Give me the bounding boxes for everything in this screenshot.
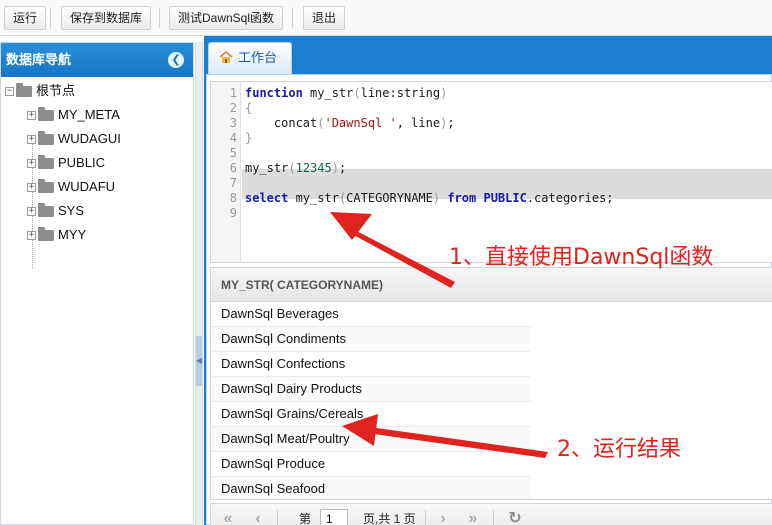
- code-line-2: {: [245, 101, 253, 115]
- double-chevron-right-icon[interactable]: »: [462, 508, 484, 525]
- folder-icon: [38, 155, 54, 170]
- line-number: 9: [229, 206, 237, 220]
- workbench-content: 1 2 3 4 5 6 7 8 9 function my_str(line:s…: [206, 74, 772, 525]
- tree-node-public[interactable]: + PUBLIC: [27, 153, 105, 173]
- expand-toggle-icon[interactable]: +: [27, 183, 36, 193]
- tree-node-label: WUDAFU: [58, 179, 116, 194]
- home-icon: [219, 51, 233, 63]
- pager-divider: [493, 510, 494, 525]
- exit-button[interactable]: 退出: [303, 6, 346, 30]
- annotation-label-2: 2、运行结果: [557, 437, 681, 462]
- save-to-database-button[interactable]: 保存到数据库: [61, 6, 152, 30]
- line-number: 7: [229, 176, 237, 190]
- toolbar-divider: [50, 8, 51, 28]
- tree-node-root[interactable]: − 根节点: [5, 81, 75, 101]
- sql-editor[interactable]: 1 2 3 4 5 6 7 8 9 function my_str(line:s…: [210, 81, 772, 263]
- expand-toggle-icon[interactable]: +: [27, 207, 36, 217]
- line-number-gutter: 1 2 3 4 5 6 7 8 9: [211, 82, 241, 262]
- chevron-right-icon[interactable]: ›: [432, 508, 454, 525]
- expand-toggle-icon[interactable]: +: [27, 159, 36, 169]
- tab-label: 工作台: [238, 50, 278, 65]
- double-chevron-left-icon[interactable]: «: [217, 508, 239, 525]
- tree-node-my-meta[interactable]: + MY_META: [27, 105, 120, 125]
- table-row[interactable]: DawnSql Condiments: [211, 327, 531, 352]
- tree-node-myy[interactable]: + MYY: [27, 225, 86, 245]
- folder-icon: [16, 83, 32, 98]
- grid-column-header[interactable]: MY_STR( CATEGORYNAME): [211, 268, 772, 302]
- workspace: 工作台 1 2 3 4 5 6 7 8 9 function my_str(li…: [204, 36, 772, 525]
- toolbar-divider: [292, 8, 293, 28]
- code-line-4: }: [245, 131, 253, 145]
- table-row[interactable]: DawnSql Beverages: [211, 302, 531, 327]
- toolbar-divider: [159, 8, 160, 28]
- code-line-3: concat('DawnSql ', line);: [245, 116, 455, 130]
- page-number-input[interactable]: [320, 509, 348, 525]
- line-number: 6: [229, 161, 237, 175]
- tree-node-sys[interactable]: + SYS: [27, 201, 84, 221]
- table-row[interactable]: DawnSql Grains/Cereals: [211, 402, 531, 427]
- line-number: 8: [229, 191, 237, 205]
- result-grid: MY_STR( CATEGORYNAME) DawnSql Beverages …: [210, 267, 772, 500]
- chevron-left-icon[interactable]: ❮: [168, 52, 184, 68]
- panel-splitter[interactable]: ◀: [195, 42, 203, 525]
- tree-node-label: WUDAGUI: [58, 131, 121, 146]
- table-row[interactable]: DawnSql Seafood: [211, 477, 531, 499]
- tree-node-wudagui[interactable]: + WUDAGUI: [27, 129, 121, 149]
- tab-workbench[interactable]: 工作台: [208, 42, 292, 74]
- line-number: 4: [229, 131, 237, 145]
- chevron-left-icon[interactable]: ‹: [247, 508, 269, 525]
- tree-node-label: PUBLIC: [58, 155, 105, 170]
- nav-header: 数据库导航 ❮: [1, 43, 193, 77]
- line-number: 3: [229, 116, 237, 130]
- line-number: 1: [229, 86, 237, 100]
- pagination-bar: « ‹ 第 页,共 1 页 › » ↻: [210, 503, 772, 525]
- code-line-8: select my_str(CATEGORYNAME) from PUBLIC.…: [245, 191, 614, 205]
- tree-node-label: 根节点: [36, 83, 76, 98]
- nav-title: 数据库导航: [6, 52, 72, 67]
- tree-node-label: SYS: [58, 203, 85, 218]
- database-navigator: 数据库导航 ❮ − 根节点 + MY_META + WUDAGUI + PUBLIC +…: [0, 42, 194, 525]
- line-number: 2: [229, 101, 237, 115]
- code-line-6: my_str(12345);: [245, 161, 347, 175]
- table-row[interactable]: DawnSql Produce: [211, 452, 531, 477]
- refresh-icon[interactable]: ↻: [504, 508, 526, 525]
- expand-toggle-icon[interactable]: +: [27, 111, 36, 121]
- code-line-1: function my_str(line:string): [245, 86, 448, 100]
- pager-divider: [277, 510, 278, 525]
- page-count-text: 页,共 1 页: [363, 512, 416, 525]
- folder-icon: [38, 227, 54, 242]
- line-number: 5: [229, 146, 237, 160]
- folder-icon: [38, 203, 54, 218]
- expand-toggle-icon[interactable]: +: [27, 135, 36, 145]
- annotation-label-1: 1、直接使用DawnSql函数: [449, 245, 714, 270]
- tree-node-label: MY_META: [58, 107, 120, 122]
- table-row[interactable]: DawnSql Dairy Products: [211, 377, 531, 402]
- table-row[interactable]: DawnSql Confections: [211, 352, 531, 377]
- table-row[interactable]: DawnSql Meat/Poultry: [211, 427, 531, 452]
- toolbar: 运行 保存到数据库 测试DawnSql函数 退出: [0, 0, 772, 36]
- collapse-toggle-icon[interactable]: −: [5, 87, 14, 97]
- folder-icon: [38, 107, 54, 122]
- expand-toggle-icon[interactable]: +: [27, 231, 36, 241]
- test-dawnsql-function-button[interactable]: 测试DawnSql函数: [169, 6, 284, 30]
- folder-icon: [38, 179, 54, 194]
- page-prefix: 第: [299, 512, 312, 525]
- run-button[interactable]: 运行: [4, 6, 47, 30]
- pager-divider: [425, 510, 426, 525]
- tree-node-label: MYY: [58, 227, 87, 242]
- tree-node-wudafu[interactable]: + WUDAFU: [27, 177, 115, 197]
- splitter-collapse-handle[interactable]: ◀: [196, 336, 202, 386]
- folder-icon: [38, 131, 54, 146]
